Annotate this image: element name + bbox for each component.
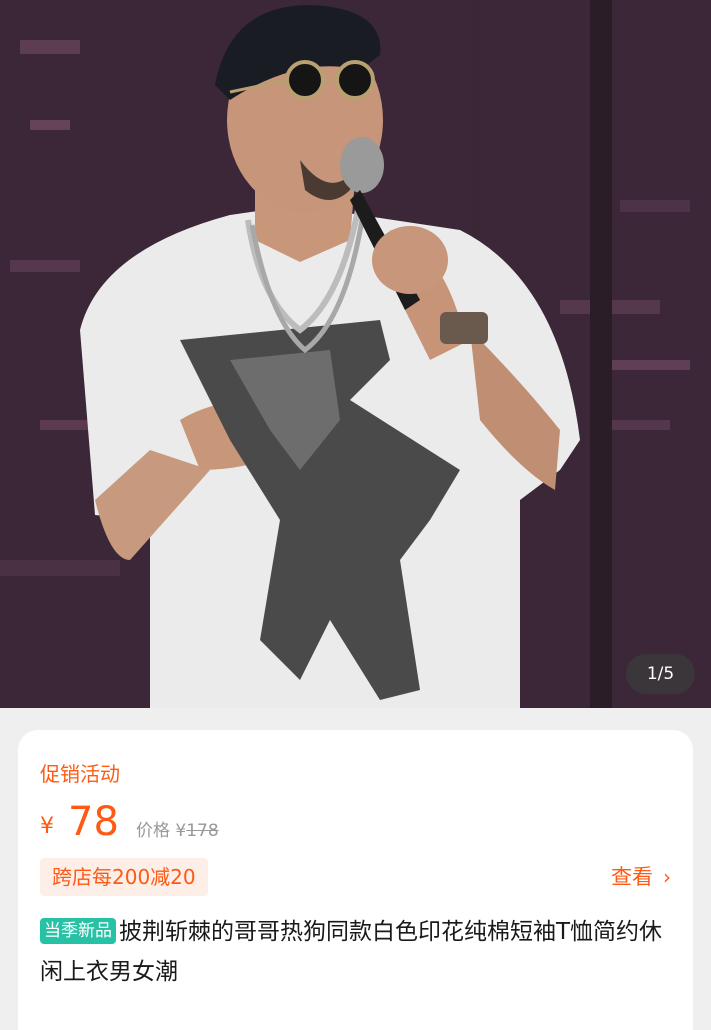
view-promo-button[interactable]: 查看 › [611, 862, 671, 892]
product-photo [0, 0, 711, 708]
product-title-text: 披荆斩棘的哥哥热狗同款白色印花纯棉短袖T恤简约休闲上衣男女潮 [40, 919, 663, 985]
coupon-badge[interactable]: 跨店每200减20 [40, 858, 208, 896]
product-info-card: 促销活动 ¥ 78 价格 ¥178 跨店每200减20 查看 › 当季新品 披荆斩棘… [18, 730, 693, 1030]
chevron-right-icon: › [663, 865, 671, 889]
promo-price: 78 [68, 799, 119, 845]
promo-title: 促销活动 [40, 762, 120, 786]
currency-symbol: ¥ [40, 814, 54, 839]
product-image[interactable]: 1/5 [0, 0, 711, 708]
original-price: 价格 ¥178 [136, 816, 219, 841]
image-counter: 1/5 [626, 654, 695, 694]
original-price-label: 价格 ¥ [136, 821, 187, 841]
original-price-value: 178 [186, 821, 219, 841]
new-season-badge: 当季新品 [40, 918, 116, 944]
view-promo-label: 查看 [611, 865, 653, 889]
product-title: 当季新品 披荆斩棘的哥哥热狗同款白色印花纯棉短袖T恤简约休闲上衣男女潮 [40, 912, 680, 992]
